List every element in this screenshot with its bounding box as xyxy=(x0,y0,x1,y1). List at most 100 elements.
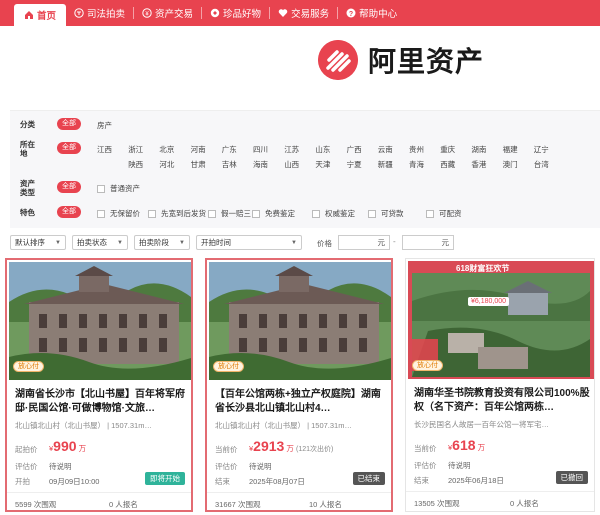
default-sort-label: 默认排序 xyxy=(15,238,45,247)
nav-home[interactable]: 首页 xyxy=(14,4,67,26)
eval-value: 待说明 xyxy=(249,462,272,471)
location-option[interactable]: 青海 xyxy=(409,159,424,170)
feature-checkbox[interactable]: 可配资 xyxy=(426,208,462,219)
secure-pay-tag: 放心付 xyxy=(412,360,443,371)
signup-count: 10 人报名 xyxy=(309,500,342,509)
location-option[interactable]: 海南 xyxy=(253,159,268,170)
price-label: 当前价 xyxy=(215,445,238,454)
chevron-down-icon: ▼ xyxy=(291,239,297,246)
time-label: 开拍 xyxy=(15,477,30,486)
location-option[interactable]: 福建 xyxy=(503,144,518,155)
auction-card[interactable]: 618财富狂欢节 ¥6,180,000 放心付 湖南华圣书院教育投资有限公司10… xyxy=(405,258,595,512)
location-option[interactable]: 台湾 xyxy=(534,159,549,170)
location-option[interactable]: 云南 xyxy=(378,144,393,155)
price-label: 当前价 xyxy=(414,444,437,453)
card-footer: 31667 次围观 10 人报名 xyxy=(207,492,391,509)
location-option[interactable]: 天津 xyxy=(315,159,330,170)
status-badge: 即将开始 xyxy=(145,472,185,485)
card-title[interactable]: 湖南省长沙市【北山书屋】百年将军府邸·民国公馆·可做博物馆·文旅… xyxy=(15,388,187,416)
location-option[interactable]: 江苏 xyxy=(284,144,299,155)
nav-judicial-label: 司法拍卖 xyxy=(87,9,126,20)
location-option[interactable]: 贵州 xyxy=(409,144,424,155)
checkbox-label: 免费鉴定 xyxy=(265,209,295,218)
feature-checkbox[interactable]: 免费鉴定 xyxy=(252,208,295,219)
location-option[interactable]: 西藏 xyxy=(440,159,455,170)
promo-banner: 618财富狂欢节 xyxy=(456,264,510,273)
location-option[interactable]: 重庆 xyxy=(440,144,455,155)
location-option[interactable]: 河南 xyxy=(191,144,206,155)
feature-checkbox[interactable]: 无保留价 xyxy=(97,208,140,219)
filter-asset-type-option[interactable]: 普通资产 xyxy=(97,183,140,194)
nav-home-label: 首页 xyxy=(37,11,57,22)
filter-feature-label: 特色 xyxy=(20,208,35,217)
property-photo: 618财富狂欢节 ¥6,180,000 放心付 xyxy=(408,261,594,379)
checkbox-label: 先宽到后发货 xyxy=(161,209,206,218)
location-option[interactable]: 湖南 xyxy=(471,144,486,155)
location-option[interactable]: 香港 xyxy=(471,159,486,170)
default-sort-dropdown[interactable]: 默认排序 ▼ xyxy=(10,235,66,250)
filter-asset-type-all[interactable]: 全部 xyxy=(57,181,81,193)
price-unit: 万 xyxy=(477,443,486,452)
location-option[interactable]: 甘肃 xyxy=(191,159,206,170)
checkbox-icon xyxy=(208,209,216,218)
feature-checkbox[interactable]: 先宽到后发货 xyxy=(148,208,206,219)
auction-status-dropdown[interactable]: 拍卖状态 ▼ xyxy=(72,235,128,250)
nav-help[interactable]: ? 帮助中心 xyxy=(338,0,405,26)
feature-checkbox[interactable]: 权威鉴定 xyxy=(312,208,355,219)
price-number: 990 xyxy=(53,438,77,454)
checkbox-label: 无保留价 xyxy=(110,209,140,218)
auction-card[interactable]: 放心付 【百年公馆两栋+独立产权庭院】湖南省长沙县北山镇北山村4… 北山镇北山村… xyxy=(205,258,393,512)
location-option[interactable]: 广东 xyxy=(222,144,237,155)
feature-checkbox[interactable]: 假一赔三 xyxy=(208,208,251,219)
nav-treasures[interactable]: 珍品好物 xyxy=(202,0,269,26)
location-option[interactable]: 浙江 xyxy=(128,144,143,155)
gavel-icon xyxy=(74,8,84,18)
location-option[interactable]: 宁夏 xyxy=(347,159,362,170)
card-footer: 5599 次围观 0 人报名 xyxy=(7,492,191,509)
location-option[interactable]: 江西 xyxy=(97,144,112,155)
location-option[interactable]: 陕西 xyxy=(128,159,143,170)
start-time-dropdown[interactable]: 开拍时间 ▼ xyxy=(196,235,302,250)
location-option[interactable]: 新疆 xyxy=(378,159,393,170)
filter-location-all[interactable]: 全部 xyxy=(57,142,81,154)
auction-card[interactable]: 放心付 湖南省长沙市【北山书屋】百年将军府邸·民国公馆·可做博物馆·文旅… 北山… xyxy=(5,258,193,512)
card-footer: 13505 次围观 0 人报名 xyxy=(406,491,594,508)
nav-trade-service[interactable]: 交易服务 xyxy=(270,0,337,26)
location-option[interactable]: 山东 xyxy=(315,144,330,155)
min-price-input[interactable]: 元 xyxy=(338,235,390,250)
location-option[interactable]: 辽宁 xyxy=(534,144,549,155)
location-option[interactable]: 广西 xyxy=(347,144,362,155)
filter-category-option[interactable]: 房产 xyxy=(97,120,112,131)
heart-icon xyxy=(278,9,288,17)
nav-asset-trade[interactable]: ¥ 资产交易 xyxy=(134,0,201,26)
checkbox-label: 可贷款 xyxy=(381,209,404,218)
auction-stage-dropdown[interactable]: 拍卖阶段 ▼ xyxy=(134,235,190,250)
signup-count: 0 人报名 xyxy=(510,499,539,508)
property-photo: 放心付 xyxy=(9,262,191,380)
nav-judicial[interactable]: 司法拍卖 xyxy=(66,0,133,26)
checkbox-icon xyxy=(368,209,376,218)
max-price-input[interactable]: 元 xyxy=(402,235,454,250)
view-count: 31667 次围观 xyxy=(215,500,261,509)
eval-label: 评估价 xyxy=(15,462,38,471)
location-option[interactable]: 澳门 xyxy=(503,159,518,170)
feature-checkbox[interactable]: 可贷款 xyxy=(368,208,404,219)
filter-category-all[interactable]: 全部 xyxy=(57,118,81,130)
card-title[interactable]: 【百年公馆两栋+独立产权庭院】湖南省长沙县北山镇北山村4… xyxy=(215,388,387,416)
filter-feature-all[interactable]: 全部 xyxy=(57,206,81,218)
card-title[interactable]: 湖南华圣书院教育投资有限公司100%股权（名下资产：百年公馆两栋… xyxy=(414,387,590,415)
location-option[interactable]: 北京 xyxy=(159,144,174,155)
eval-label: 评估价 xyxy=(215,462,238,471)
location-option[interactable]: 吉林 xyxy=(222,159,237,170)
nav-trade-service-label: 交易服务 xyxy=(291,9,330,20)
price-value: ¥618 万 xyxy=(448,437,485,453)
price-value: ¥2913 万 (121次出价) xyxy=(249,438,333,454)
chevron-down-icon: ▼ xyxy=(179,239,185,246)
location-option[interactable]: 四川 xyxy=(253,144,268,155)
svg-text:?: ? xyxy=(349,11,353,18)
location-option[interactable]: 河北 xyxy=(159,159,174,170)
checkbox-icon xyxy=(97,209,105,218)
price-value: ¥990 万 xyxy=(49,438,86,454)
brand-logo[interactable]: 阿里资产 xyxy=(318,40,484,80)
location-option[interactable]: 山西 xyxy=(284,159,299,170)
